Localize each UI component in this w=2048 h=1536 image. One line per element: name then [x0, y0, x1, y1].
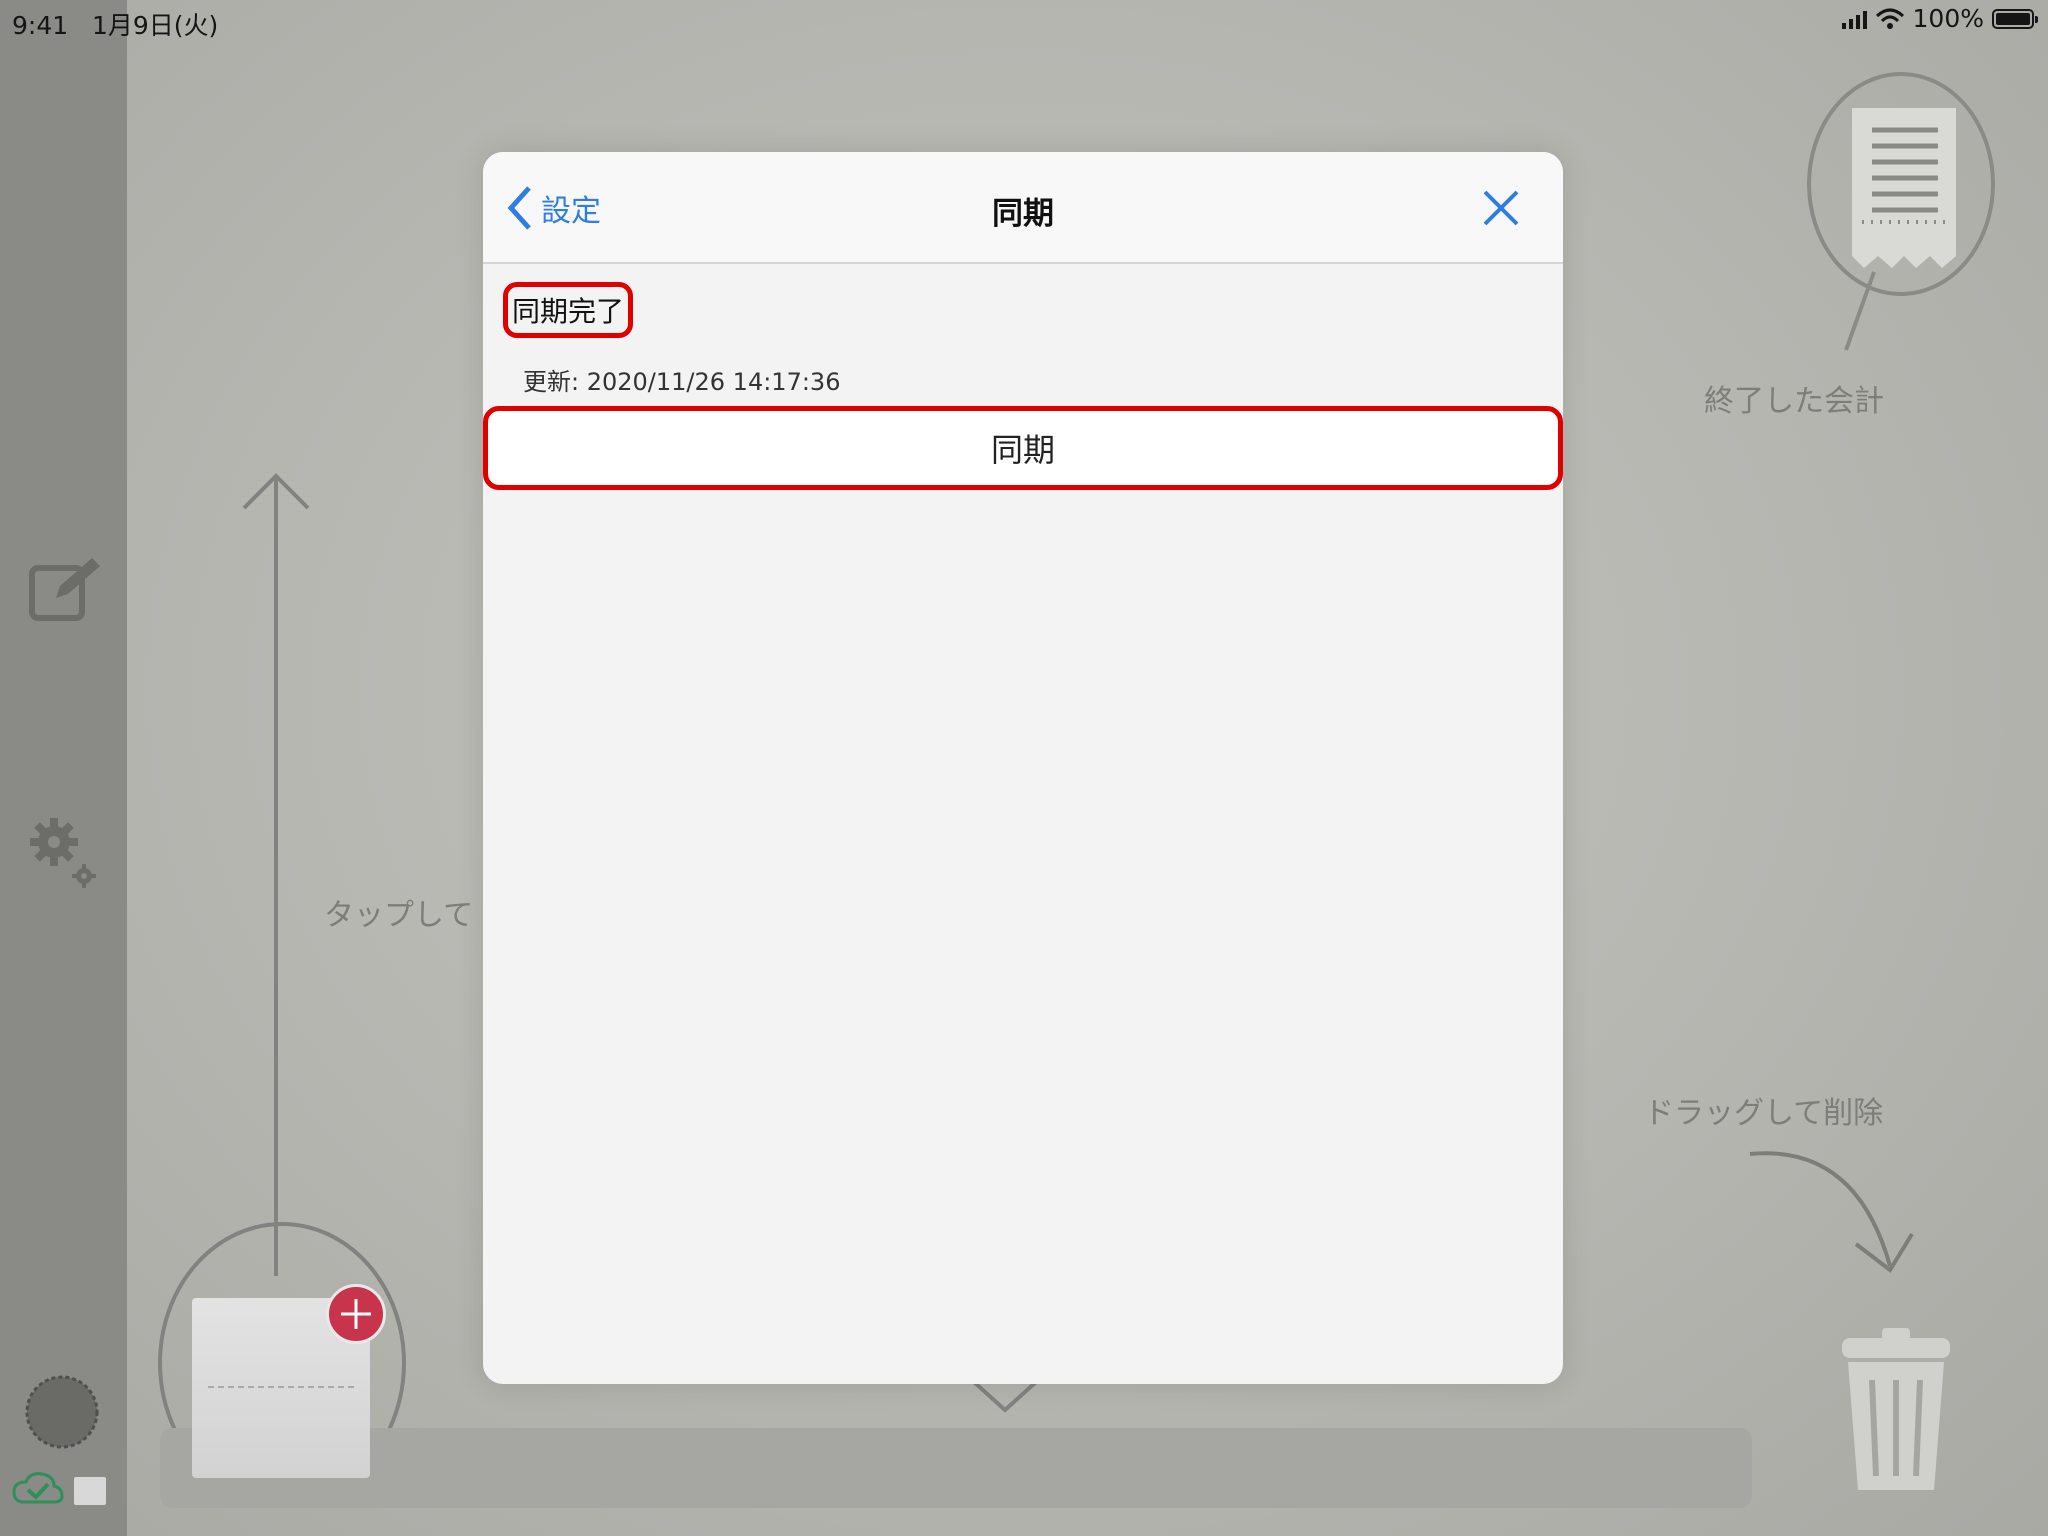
updated-timestamp: 更新: 2020/11/26 14:17:36: [523, 368, 841, 396]
date-text: 1月9日(火): [91, 11, 219, 40]
finished-accounts-label: 終了した会計: [1704, 384, 1884, 419]
modal-header: 設定 同期: [483, 152, 1563, 264]
drag-delete-label: ドラッグして削除: [1644, 1096, 1884, 1131]
status-time: 9:41 1月9日(火): [12, 6, 218, 42]
wifi-icon: [1875, 8, 1904, 29]
battery-icon: [1992, 8, 2038, 29]
sync-modal: 設定 同期 同期完了 更新: 2020/11/26 14:17:36 同期: [483, 152, 1563, 1384]
sync-progress-icon: [25, 1375, 99, 1449]
status-indicators: 100%: [1841, 4, 2038, 33]
trash-icon[interactable]: [1836, 1326, 1956, 1496]
cloud-check-icon: [12, 1472, 64, 1504]
close-icon[interactable]: [1479, 186, 1523, 230]
tap-hint-label: タップして: [324, 898, 474, 933]
battery-percent: 100%: [1912, 4, 1984, 33]
signal-icon: [1841, 9, 1867, 29]
small-square: [74, 1477, 106, 1505]
status-bar: 9:41 1月9日(火) 100%: [0, 0, 2048, 40]
up-arrow-line: [242, 473, 310, 1276]
curved-arrow: [1749, 1151, 1914, 1273]
settings-icon[interactable]: [28, 814, 100, 890]
edit-icon[interactable]: [28, 554, 108, 626]
bottom-track: [160, 1428, 1752, 1508]
sync-status-badge: 同期完了: [503, 282, 633, 338]
time-text: 9:41: [12, 11, 69, 40]
receipt-icon[interactable]: [1806, 72, 1996, 352]
modal-title: 同期: [992, 196, 1054, 232]
left-sidebar: [0, 0, 127, 1536]
add-icon[interactable]: [326, 1284, 386, 1344]
sync-button[interactable]: 同期: [483, 406, 1563, 490]
